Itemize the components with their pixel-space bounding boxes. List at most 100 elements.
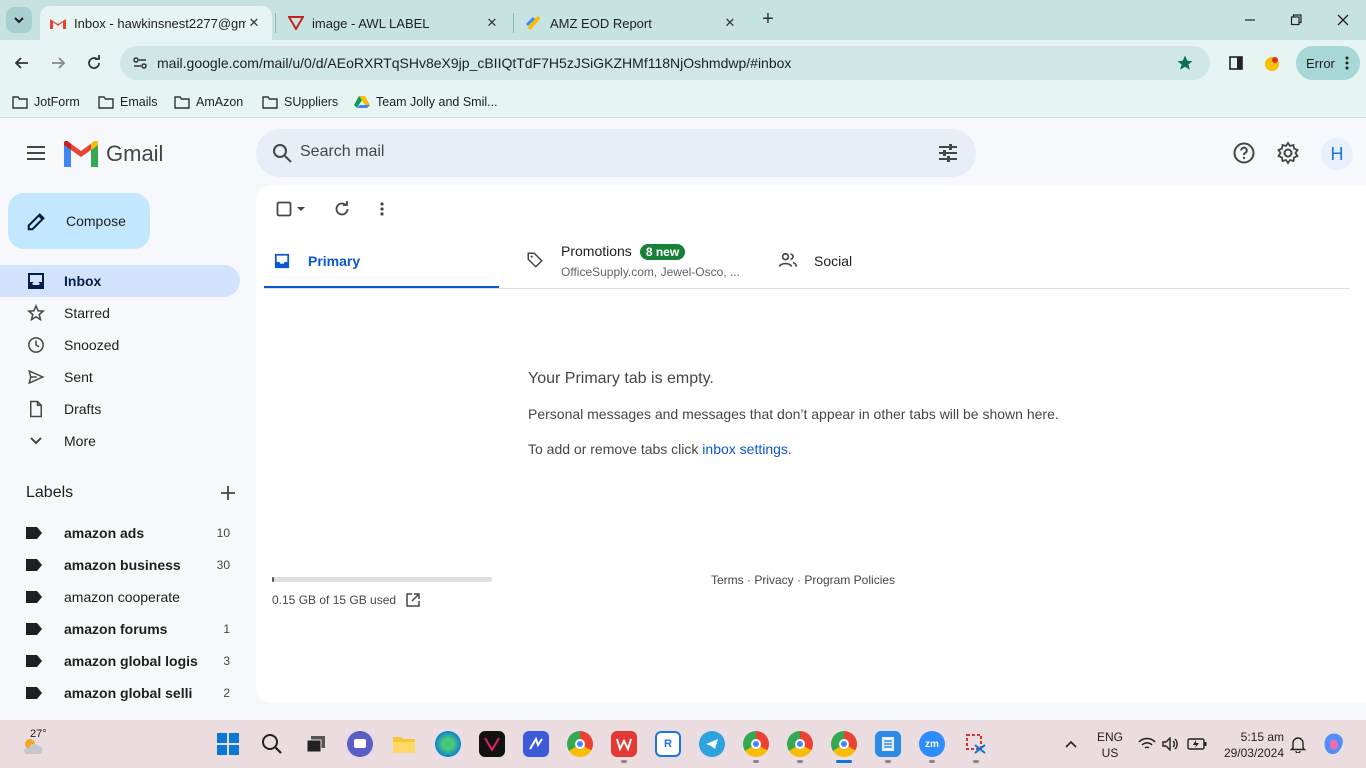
bookmark-team-jolly[interactable]: Team Jolly and Smil... bbox=[354, 92, 498, 112]
app-icon[interactable]: R bbox=[655, 731, 681, 757]
arrow-left-icon bbox=[14, 57, 28, 69]
sidebar-item-inbox[interactable]: Inbox bbox=[0, 265, 240, 297]
compose-button[interactable]: Compose bbox=[8, 193, 150, 249]
app-icon[interactable] bbox=[479, 731, 505, 757]
label-item[interactable]: amazon global selli 2 bbox=[26, 677, 230, 709]
tab-gmail-inbox[interactable]: Inbox - hawkinsnest2277@gma ✕ bbox=[40, 6, 272, 40]
drive-icon bbox=[354, 96, 370, 108]
teams-icon[interactable] bbox=[347, 731, 373, 757]
chrome-icon[interactable] bbox=[787, 731, 813, 757]
label-count: 2 bbox=[223, 686, 230, 700]
refresh-button[interactable] bbox=[332, 199, 352, 219]
chrome-icon[interactable] bbox=[743, 731, 769, 757]
search-icon[interactable] bbox=[259, 731, 285, 757]
edge-icon[interactable] bbox=[435, 731, 461, 757]
open-external-icon[interactable] bbox=[406, 593, 420, 607]
inbox-settings-link[interactable]: inbox settings bbox=[702, 441, 788, 457]
app-icon[interactable] bbox=[523, 731, 549, 757]
settings-button[interactable] bbox=[1276, 141, 1300, 165]
sidebar-item-label: Drafts bbox=[64, 401, 102, 417]
label-name: amazon cooperate bbox=[64, 589, 180, 605]
bookmark-suppliers[interactable]: SUppliers bbox=[262, 92, 338, 112]
select-checkbox[interactable] bbox=[274, 199, 294, 219]
tab-awl-label[interactable]: image - AWL LABEL ✕ bbox=[278, 6, 510, 40]
profile-error-button[interactable]: Error bbox=[1296, 46, 1360, 80]
label-item[interactable]: amazon forums 1 bbox=[26, 613, 230, 645]
file-explorer-icon[interactable] bbox=[391, 731, 417, 757]
side-panel-button[interactable] bbox=[1224, 51, 1248, 75]
sidebar-item-more[interactable]: More bbox=[0, 425, 240, 457]
search-bar[interactable]: Search mail bbox=[256, 129, 976, 177]
address-bar[interactable]: mail.google.com/mail/u/0/d/AEoRXRTqSHv8e… bbox=[120, 46, 1210, 80]
close-window-button[interactable] bbox=[1331, 8, 1355, 32]
bookmark-star-icon[interactable] bbox=[1176, 54, 1194, 72]
sidebar-item-sent[interactable]: Sent bbox=[0, 361, 240, 393]
windows-start-icon[interactable] bbox=[215, 731, 241, 757]
tab-amz-eod-report[interactable]: AMZ EOD Report ✕ bbox=[516, 6, 748, 40]
close-icon[interactable]: ✕ bbox=[722, 15, 738, 31]
more-actions-button[interactable] bbox=[372, 199, 392, 219]
search-icon[interactable] bbox=[270, 141, 294, 165]
restore-icon bbox=[1290, 14, 1302, 26]
sidebar-item-snoozed[interactable]: Snoozed bbox=[0, 329, 240, 361]
zoom-icon[interactable]: zm bbox=[919, 731, 945, 757]
volume-control[interactable] bbox=[1162, 720, 1180, 768]
running-indicator bbox=[885, 760, 891, 763]
gmail-icon bbox=[50, 19, 66, 29]
label-item[interactable]: amazon ads 10 bbox=[26, 517, 230, 549]
network-status[interactable] bbox=[1138, 720, 1156, 768]
gear-icon bbox=[1277, 141, 1299, 165]
site-settings-icon[interactable] bbox=[132, 55, 148, 71]
main-menu-button[interactable] bbox=[24, 141, 48, 165]
support-button[interactable] bbox=[1232, 141, 1256, 165]
add-label-icon[interactable] bbox=[220, 485, 236, 501]
close-icon[interactable]: ✕ bbox=[484, 15, 500, 31]
account-avatar[interactable]: H bbox=[1321, 138, 1353, 170]
reload-button[interactable] bbox=[82, 51, 106, 75]
bookmark-emails[interactable]: Emails bbox=[98, 92, 158, 112]
select-dropdown[interactable] bbox=[294, 199, 308, 219]
forward-button[interactable] bbox=[46, 51, 70, 75]
tab-search-button[interactable] bbox=[6, 7, 32, 33]
show-hidden-icons-button[interactable] bbox=[1064, 720, 1078, 768]
chrome-icon[interactable] bbox=[831, 731, 857, 757]
tab-social[interactable]: Social bbox=[770, 235, 1020, 289]
search-options-icon[interactable] bbox=[936, 141, 960, 165]
copilot-button[interactable] bbox=[1322, 720, 1346, 768]
gmail-logo[interactable]: Gmail bbox=[64, 140, 163, 168]
wps-icon[interactable] bbox=[611, 731, 637, 757]
extension-button[interactable] bbox=[1260, 51, 1284, 75]
sidebar-item-starred[interactable]: Starred bbox=[0, 297, 240, 329]
battery-status[interactable] bbox=[1187, 720, 1207, 768]
telegram-icon[interactable] bbox=[699, 731, 725, 757]
task-view-icon[interactable] bbox=[303, 731, 329, 757]
label-item[interactable]: amazon global logis 3 bbox=[26, 645, 230, 677]
tab-promotions[interactable]: Promotions 8 new OfficeSupply.com, Jewel-… bbox=[516, 235, 766, 289]
minimize-button[interactable] bbox=[1238, 8, 1262, 32]
notifications-button[interactable] bbox=[1290, 720, 1306, 768]
system-clock[interactable]: 5:15 am 29/03/2024 bbox=[1222, 729, 1284, 761]
weather-widget[interactable]: 27° bbox=[18, 728, 58, 760]
bookmark-label: AmAzon bbox=[196, 95, 244, 109]
tab-primary[interactable]: Primary bbox=[264, 235, 499, 289]
new-tab-button[interactable]: + bbox=[758, 9, 778, 30]
chrome-icon[interactable] bbox=[567, 731, 593, 757]
restore-button[interactable] bbox=[1284, 8, 1308, 32]
search-input[interactable]: Search mail bbox=[300, 143, 384, 161]
close-icon[interactable]: ✕ bbox=[246, 15, 262, 31]
footer-links[interactable]: Terms · Privacy · Program Policies bbox=[711, 573, 895, 587]
copilot-icon bbox=[1324, 733, 1343, 755]
chevron-down-icon bbox=[26, 431, 46, 451]
bookmark-jotform[interactable]: JotForm bbox=[12, 92, 80, 112]
back-button[interactable] bbox=[10, 51, 34, 75]
language-indicator[interactable]: ENG US bbox=[1096, 729, 1124, 761]
sidebar-item-drafts[interactable]: Drafts bbox=[0, 393, 240, 425]
label-item[interactable]: amazon cooperate bbox=[26, 581, 230, 613]
notepad-icon[interactable] bbox=[875, 731, 901, 757]
label-count: 1 bbox=[223, 622, 230, 636]
label-item[interactable]: amazon business 30 bbox=[26, 549, 230, 581]
snipping-icon[interactable] bbox=[963, 731, 989, 757]
tab-separator bbox=[275, 13, 276, 33]
bookmark-amazon[interactable]: AmAzon bbox=[174, 92, 243, 112]
pencil-icon bbox=[27, 213, 45, 231]
